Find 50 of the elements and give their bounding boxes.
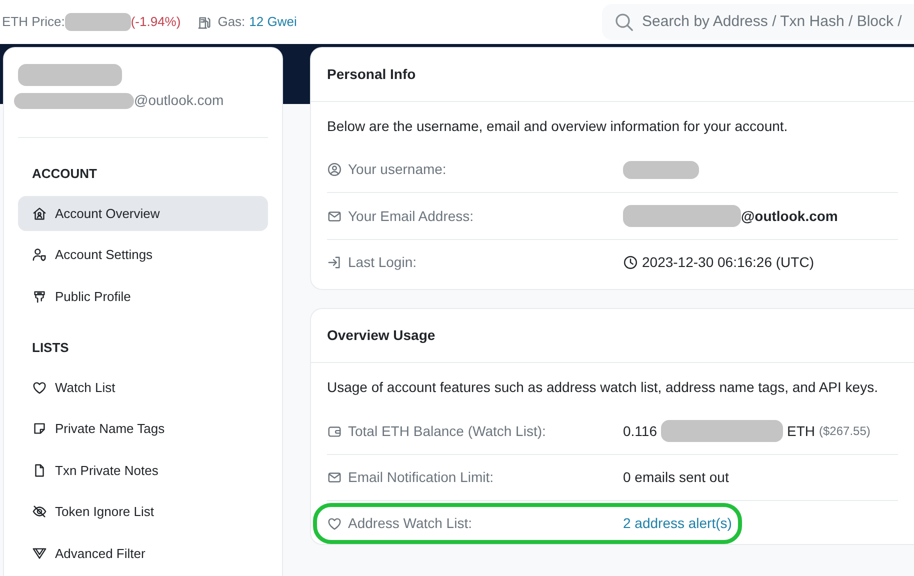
price-label: ETH Price: xyxy=(2,13,65,32)
house-user-icon xyxy=(32,206,47,221)
sidebar-item[interactable]: Watch List xyxy=(18,370,268,405)
email-domain: @outlook.com xyxy=(134,91,224,110)
filter-icon xyxy=(32,546,47,561)
card-description: Below are the username, email and overview information for your account. xyxy=(327,117,789,136)
usd-value: ($267.55) xyxy=(819,423,870,440)
note-icon xyxy=(32,421,47,436)
field-label: Your username: xyxy=(348,160,446,179)
sidebar-item[interactable]: Account Settings xyxy=(18,237,268,272)
field-label: Last Login: xyxy=(348,253,416,272)
eye-slash-icon xyxy=(32,504,47,520)
envelope-icon xyxy=(327,470,342,485)
sidebar-item[interactable]: Token Ignore List xyxy=(18,494,268,530)
field-value: 0.116 xyxy=(623,422,657,440)
section-heading: LISTS xyxy=(31,339,70,357)
wallet-icon xyxy=(327,424,342,438)
field-value: ETH xyxy=(787,422,815,440)
gas-label: Gas: xyxy=(218,13,246,32)
search-icon xyxy=(614,12,634,32)
card-title: Personal Info xyxy=(311,48,914,102)
envelope-icon xyxy=(327,208,342,224)
sidebar-item[interactable]: Account Overview xyxy=(18,196,268,231)
sidebar-item[interactable]: Public Profile xyxy=(18,278,268,314)
heart-icon xyxy=(327,516,342,531)
sidebar-item[interactable]: Advanced Filter xyxy=(18,536,268,571)
field-label: Your Email Address: xyxy=(348,206,474,226)
clock-icon xyxy=(623,255,638,270)
heart-icon xyxy=(32,380,47,395)
card-description: Usage of account features such as address watch list, address name tags, and API keys. xyxy=(327,378,879,397)
card-title: Overview Usage xyxy=(311,309,914,363)
sidebar-item[interactable]: Txn Private Notes xyxy=(18,452,268,488)
field-label: Email Notification Limit: xyxy=(348,468,494,487)
field-value: @outlook.com xyxy=(741,206,838,226)
user-shield-icon xyxy=(32,247,47,262)
login-arrow-icon xyxy=(327,255,342,270)
field-label: Address Watch List: xyxy=(348,514,472,533)
sidebar-item[interactable]: Private Name Tags xyxy=(18,411,268,446)
fuel-pump-icon xyxy=(196,14,212,30)
file-icon xyxy=(32,462,47,478)
section-heading: ACCOUNT xyxy=(31,165,98,183)
alerts-link[interactable]: 2 address alert(s) xyxy=(623,513,732,534)
user-circle-icon xyxy=(327,162,342,177)
field-value: 2023-12-30 06:16:26 (UTC) xyxy=(642,253,814,272)
gas-value[interactable]: 12 Gwei xyxy=(249,12,297,32)
field-label: Total ETH Balance (Watch List): xyxy=(348,422,546,441)
search-field[interactable]: Search by Address / Txn Hash / Block / xyxy=(602,4,914,40)
price-change: (-1.94%) xyxy=(130,13,181,32)
redacted-block xyxy=(64,13,131,31)
field-value: 0 emails sent out xyxy=(623,468,729,487)
